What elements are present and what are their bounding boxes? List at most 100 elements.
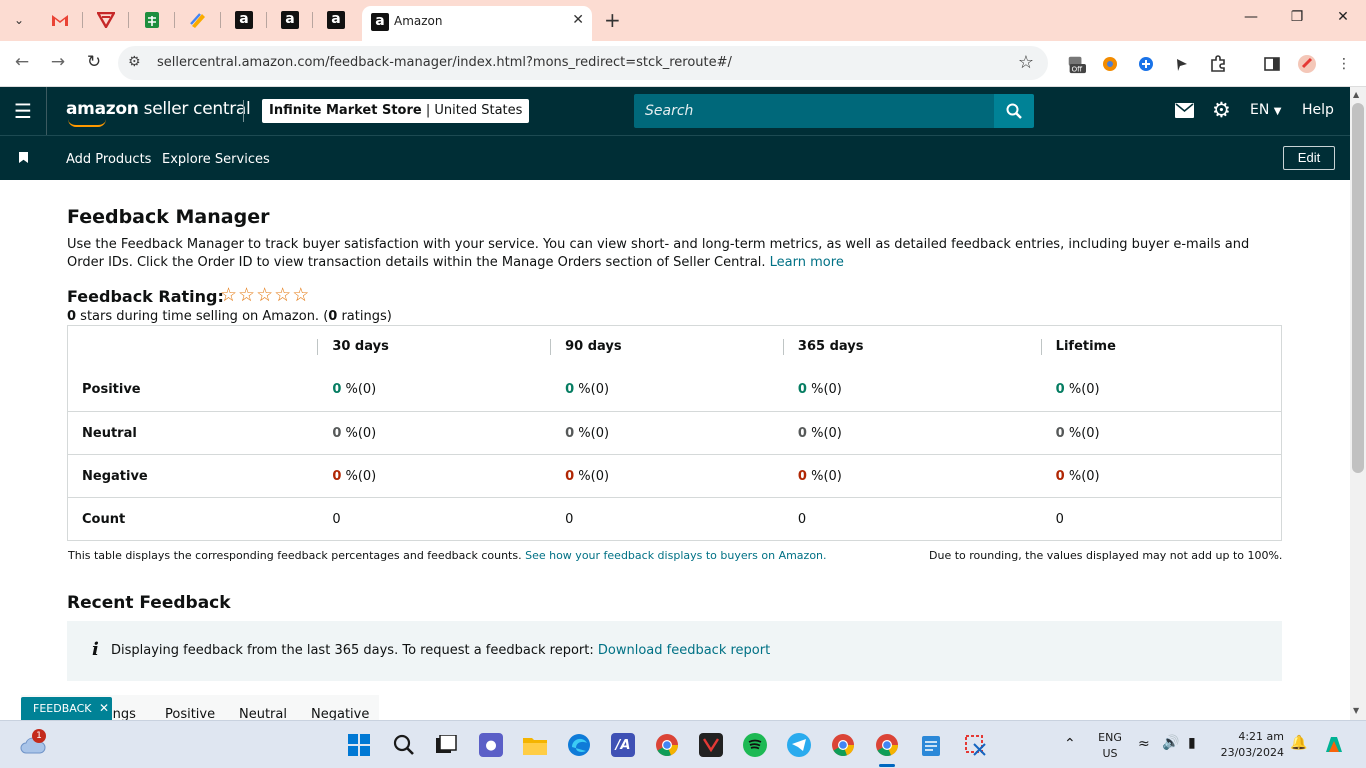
active-tab[interactable]: a Amazon ✕ <box>362 6 592 41</box>
notification-bell-icon[interactable]: 🔔 <box>1290 735 1307 751</box>
feedback-widget-button[interactable]: FEEDBACK ✕ <box>21 697 112 720</box>
forward-arrow-icon[interactable]: → <box>47 52 69 72</box>
chrome-active-icon[interactable] <box>875 733 899 757</box>
row-label: Count <box>67 497 318 541</box>
site-info-icon[interactable]: ⚙ <box>128 54 141 70</box>
tab-negative[interactable]: Negative <box>311 707 369 720</box>
scroll-thumb[interactable] <box>1352 103 1364 473</box>
snipping-tool-icon[interactable] <box>963 733 987 757</box>
close-tab-icon[interactable]: ✕ <box>572 12 584 28</box>
bookmark-star-icon[interactable]: ☆ <box>1018 52 1034 73</box>
cell-number: 0 <box>1055 468 1065 484</box>
download-report-link[interactable]: Download feedback report <box>598 643 770 658</box>
logo-strong-text: amazon <box>66 99 139 119</box>
edge-browser-icon[interactable] <box>567 733 591 757</box>
file-explorer-icon[interactable] <box>523 733 547 757</box>
copilot-icon[interactable] <box>1322 733 1346 757</box>
extensions-puzzle-icon[interactable] <box>1208 54 1228 74</box>
vodafone-tab-icon[interactable] <box>95 9 117 31</box>
tab-search-chevron-icon[interactable]: ⌄ <box>6 8 32 32</box>
media-app-icon[interactable] <box>699 733 723 757</box>
tab-ratings[interactable]: ings <box>109 707 136 720</box>
row-label: Positive <box>82 382 141 398</box>
table-header: 90 days <box>550 326 783 369</box>
language-selector[interactable]: EN ▼ <box>1250 102 1281 118</box>
sheets-tab-icon[interactable] <box>141 9 163 31</box>
cell-suffix: %(0) <box>574 468 610 484</box>
extension-off-icon[interactable]: Off <box>1066 54 1086 74</box>
gmail-tab-icon[interactable] <box>49 9 71 31</box>
chrome-profile-icon[interactable] <box>831 733 855 757</box>
table-cell: 0 %(0) <box>1040 411 1282 455</box>
table-cell: 0 <box>782 497 1041 541</box>
tab-neutral[interactable]: Neutral <box>239 707 287 720</box>
tab-positive[interactable]: Positive <box>165 707 215 720</box>
address-bar[interactable]: ⚙ sellercentral.amazon.com/feedback-mana… <box>118 46 1048 80</box>
extension-cursor-icon[interactable] <box>1172 54 1192 74</box>
seller-central-logo[interactable]: amazon seller central <box>66 99 251 127</box>
chrome-icon[interactable] <box>655 733 679 757</box>
search-input[interactable] <box>634 94 994 128</box>
table-row: Negative 0 %(0) 0 %(0) 0 %(0) 0 %(0) <box>67 454 1282 498</box>
search-button[interactable] <box>994 94 1034 128</box>
store-selector[interactable]: Infinite Market Store | United States <box>262 99 530 123</box>
browser-menu-icon[interactable]: ⋮ <box>1334 54 1354 74</box>
amazon-tab-icon[interactable]: a <box>233 9 255 31</box>
cell-suffix: %(0) <box>341 382 377 398</box>
help-link[interactable]: Help <box>1302 102 1334 118</box>
side-panel-icon[interactable] <box>1262 54 1282 74</box>
tray-chevron-up-icon[interactable]: ⌃ <box>1064 736 1076 752</box>
scroll-up-arrow-icon[interactable]: ▲ <box>1353 90 1359 99</box>
spotify-icon[interactable] <box>743 733 767 757</box>
add-products-link[interactable]: Add Products <box>66 152 151 167</box>
stars-text: stars during time selling on Amazon. ( <box>76 309 329 324</box>
minimize-window-icon[interactable]: — <box>1236 9 1266 25</box>
clock-time[interactable]: 4:21 am <box>1220 730 1284 743</box>
edit-button[interactable]: Edit <box>1283 146 1335 170</box>
windows-start-icon[interactable] <box>347 733 371 757</box>
language-indicator-bottom[interactable]: US <box>1096 747 1124 760</box>
profile-avatar-icon[interactable] <box>1297 54 1317 74</box>
close-icon[interactable]: ✕ <box>99 701 109 715</box>
language-indicator-top[interactable]: ENG <box>1096 731 1124 744</box>
teams-chat-icon[interactable]: ● <box>479 733 503 757</box>
task-view-icon[interactable] <box>434 733 458 757</box>
restore-window-icon[interactable]: ❐ <box>1282 9 1312 25</box>
clock-date[interactable]: 23/03/2024 <box>1216 746 1284 759</box>
extension-blue-icon[interactable] <box>1136 54 1156 74</box>
cell-suffix: %(0) <box>806 382 842 398</box>
mail-icon[interactable] <box>1175 102 1194 123</box>
wifi-icon[interactable]: ≈ <box>1138 736 1150 752</box>
extension-orange-icon[interactable] <box>1100 54 1120 74</box>
amazon-tab-icon[interactable]: a <box>325 9 347 31</box>
hamburger-menu-icon[interactable]: ☰ <box>0 87 47 135</box>
new-tab-plus-icon[interactable]: + <box>604 8 621 32</box>
url-text[interactable]: sellercentral.amazon.com/feedback-manage… <box>157 55 732 70</box>
volume-icon[interactable]: 🔊 <box>1162 735 1179 751</box>
vector-app-icon[interactable]: /A <box>611 733 635 757</box>
page-scrollbar[interactable]: ▲ ▼ <box>1350 87 1366 720</box>
scroll-down-arrow-icon[interactable]: ▼ <box>1353 706 1359 715</box>
table-note: This table displays the corresponding fe… <box>68 549 827 562</box>
table-header-empty <box>68 326 318 369</box>
pencil-tab-icon[interactable] <box>187 9 209 31</box>
feedback-display-link[interactable]: See how your feedback displays to buyers… <box>525 549 826 562</box>
ratings-count: 0 <box>328 309 338 324</box>
battery-icon[interactable]: ▮ <box>1188 735 1196 751</box>
reload-icon[interactable]: ↻ <box>83 52 105 72</box>
logo-rest-text: seller central <box>138 99 251 119</box>
bookmark-icon[interactable] <box>19 152 28 163</box>
explore-services-link[interactable]: Explore Services <box>162 152 270 167</box>
settings-gear-icon[interactable]: ⚙ <box>1212 98 1231 122</box>
notepad-icon[interactable] <box>919 733 943 757</box>
amazon-tab-icon[interactable]: a <box>279 9 301 31</box>
cell-suffix: %(0) <box>1064 382 1100 398</box>
close-window-icon[interactable]: ✕ <box>1328 9 1358 25</box>
cell-number: 0 <box>797 425 807 441</box>
back-arrow-icon[interactable]: ← <box>11 52 33 72</box>
search-icon[interactable] <box>392 733 416 757</box>
star-icon: ☆ <box>256 284 275 306</box>
active-tab-title: Amazon <box>394 14 443 28</box>
telegram-icon[interactable] <box>787 733 811 757</box>
learn-more-link[interactable]: Learn more <box>770 255 844 270</box>
